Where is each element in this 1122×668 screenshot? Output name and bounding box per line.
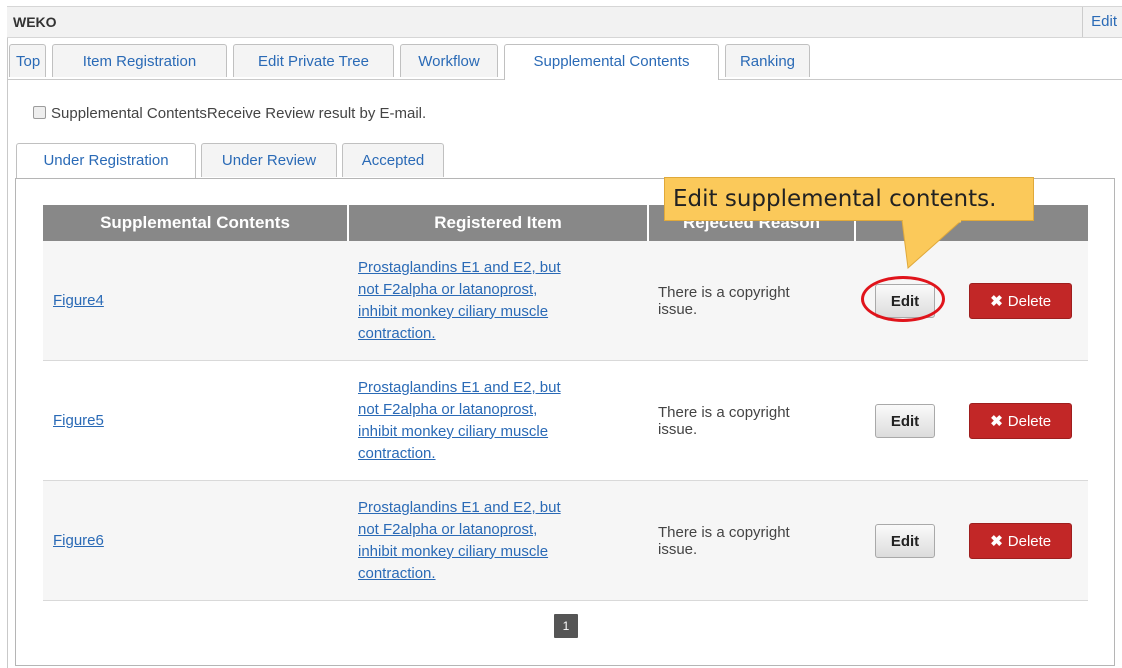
- delete-button[interactable]: ✖ Delete: [969, 282, 1073, 319]
- tab-accepted[interactable]: Accepted: [342, 143, 444, 177]
- notify-checkbox-label: Supplemental ContentsReceive Review resu…: [51, 105, 427, 122]
- content-cell: Figure4: [43, 241, 348, 361]
- top-bar: WEKO Edit: [7, 6, 1122, 38]
- item-cell: Prostaglandins E1 and E2, but not F2alpha…: [348, 480, 648, 601]
- close-icon: ✖: [990, 292, 1003, 310]
- delete-button[interactable]: ✖ Delete: [969, 522, 1073, 559]
- status-tabs: Under Registration Under Review Accepted: [15, 143, 1115, 179]
- delete-button[interactable]: ✖ Delete: [969, 402, 1073, 439]
- annotation-callout: Edit supplemental contents.: [664, 177, 1034, 221]
- registered-item-link[interactable]: Prostaglandins E1 and E2, but not F2alpha…: [358, 499, 561, 582]
- edit-button[interactable]: Edit: [875, 283, 935, 318]
- actions-cell: Edit ✖ Delete: [855, 241, 1088, 361]
- tab-ranking[interactable]: Ranking: [725, 44, 810, 77]
- tab-supplemental-contents[interactable]: Supplemental Contents: [504, 44, 719, 80]
- content-link[interactable]: Figure5: [53, 412, 104, 429]
- column-header: Registered Item: [348, 205, 649, 241]
- edit-button[interactable]: Edit: [875, 523, 935, 558]
- registered-item-link[interactable]: Prostaglandins E1 and E2, but not F2alpha…: [358, 379, 561, 462]
- tab-edit-private-tree[interactable]: Edit Private Tree: [233, 44, 394, 77]
- tab-item-registration[interactable]: Item Registration: [52, 44, 227, 77]
- actions-cell: Edit ✖ Delete: [855, 480, 1088, 601]
- item-cell: Prostaglandins E1 and E2, but not F2alpha…: [348, 241, 648, 361]
- actions-cell: Edit ✖ Delete: [855, 360, 1088, 481]
- table-row: Figure5 Prostaglandins E1 and E2, but not…: [43, 360, 1088, 481]
- reason-cell: There is a copyright issue.: [648, 360, 855, 481]
- tab-under-review[interactable]: Under Review: [201, 143, 337, 177]
- close-icon: ✖: [990, 412, 1003, 430]
- content-link[interactable]: Figure4: [53, 292, 104, 309]
- tab-top[interactable]: Top: [9, 44, 46, 77]
- site-title: WEKO: [13, 14, 57, 30]
- item-cell: Prostaglandins E1 and E2, but not F2alpha…: [348, 360, 648, 481]
- edit-button[interactable]: Edit: [875, 403, 935, 438]
- content-link[interactable]: Figure6: [53, 532, 104, 549]
- table-row: Figure6 Prostaglandins E1 and E2, but not…: [43, 480, 1088, 601]
- page-number-button[interactable]: 1: [554, 614, 578, 638]
- column-header: Supplemental Contents: [43, 205, 349, 241]
- close-icon: ✖: [990, 532, 1003, 550]
- page-edit-link[interactable]: Edit: [1082, 7, 1117, 37]
- notify-row: Supplemental ContentsReceive Review resu…: [33, 105, 426, 122]
- main-tabs: Top Item Registration Edit Private Tree …: [7, 44, 1122, 80]
- callout-pointer: [901, 220, 963, 270]
- reason-cell: There is a copyright issue.: [648, 480, 855, 601]
- registered-item-link[interactable]: Prostaglandins E1 and E2, but not F2alpha…: [358, 259, 561, 342]
- reason-cell: There is a copyright issue.: [648, 241, 855, 361]
- content-cell: Figure6: [43, 480, 348, 601]
- tab-workflow[interactable]: Workflow: [400, 44, 498, 77]
- notify-checkbox[interactable]: [33, 106, 46, 119]
- tab-under-registration[interactable]: Under Registration: [16, 143, 196, 179]
- content-cell: Figure5: [43, 360, 348, 481]
